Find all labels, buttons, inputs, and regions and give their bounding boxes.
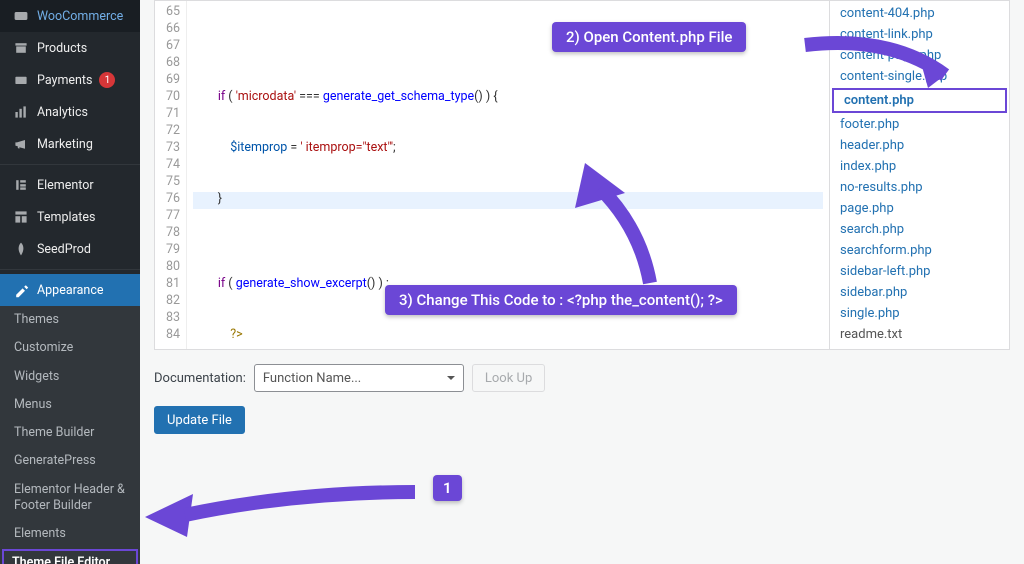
sidebar-item-marketing[interactable]: Marketing	[0, 128, 140, 160]
sub-elementor-hf[interactable]: Elementor Header & Footer Builder	[0, 476, 140, 521]
file-content-404-php[interactable]: content-404.php	[830, 3, 1009, 24]
appearance-icon	[12, 281, 30, 299]
templates-icon	[12, 208, 30, 226]
sub-theme-file-editor[interactable]: Theme File Editor	[2, 549, 138, 564]
archive-icon	[12, 39, 30, 57]
file-single-php[interactable]: single.php	[830, 303, 1009, 324]
sub-theme-builder[interactable]: Theme Builder	[0, 419, 140, 447]
sub-widgets[interactable]: Widgets	[0, 363, 140, 391]
payments-icon	[12, 71, 30, 89]
function-name-select[interactable]: Function Name...	[254, 364, 464, 392]
woocommerce-icon	[12, 7, 30, 25]
callout-step3: 3) Change This Code to : <?php the_conte…	[385, 285, 737, 315]
callout-step2: 2) Open Content.php File	[552, 22, 746, 52]
megaphone-icon	[12, 135, 30, 153]
callout-step1: 1	[433, 475, 462, 501]
payments-badge: 1	[99, 72, 115, 88]
arrow-to-file	[800, 30, 970, 100]
sidebar-item-products[interactable]: Products	[0, 32, 140, 64]
sub-generatepress[interactable]: GeneratePress	[0, 447, 140, 475]
sidebar-item-payments[interactable]: Payments1	[0, 64, 140, 96]
sub-customize[interactable]: Customize	[0, 334, 140, 362]
sidebar-item-woocommerce[interactable]: WooCommerce	[0, 0, 140, 32]
elementor-icon	[12, 176, 30, 194]
admin-sidebar: WooCommerce Products Payments1 Analytics…	[0, 0, 140, 564]
sidebar-item-analytics[interactable]: Analytics	[0, 96, 140, 128]
file-no-results-php[interactable]: no-results.php	[830, 177, 1009, 198]
documentation-label: Documentation:	[154, 371, 246, 386]
file-index-php[interactable]: index.php	[830, 156, 1009, 177]
sub-themes[interactable]: Themes	[0, 306, 140, 334]
file-sidebar-php[interactable]: sidebar.php	[830, 282, 1009, 303]
sidebar-item-appearance[interactable]: Appearance	[0, 274, 140, 306]
file-footer-php[interactable]: footer.php	[830, 114, 1009, 135]
file-page-php[interactable]: page.php	[830, 198, 1009, 219]
file-search-php[interactable]: search.php	[830, 219, 1009, 240]
analytics-icon	[12, 103, 30, 121]
lookup-button[interactable]: Look Up	[472, 364, 545, 392]
documentation-row: Documentation: Function Name... Look Up	[154, 364, 1010, 392]
seedprod-icon	[12, 240, 30, 258]
file-sidebar-left-php[interactable]: sidebar-left.php	[830, 261, 1009, 282]
sub-elements[interactable]: Elements	[0, 520, 140, 548]
sidebar-item-templates[interactable]: Templates	[0, 201, 140, 233]
sidebar-item-seedprod[interactable]: SeedProd	[0, 233, 140, 265]
arrow-to-editor-link	[145, 482, 425, 542]
sub-menus[interactable]: Menus	[0, 391, 140, 419]
line-gutter: 65 66 67 68 69 70 71 72 73 74 75 76 77 7…	[155, 1, 187, 349]
appearance-submenu: Themes Customize Widgets Menus Theme Bui…	[0, 306, 140, 564]
sidebar-item-elementor[interactable]: Elementor	[0, 169, 140, 201]
file-header-php[interactable]: header.php	[830, 135, 1009, 156]
main-content: 65 66 67 68 69 70 71 72 73 74 75 76 77 7…	[140, 0, 1024, 564]
arrow-to-code	[570, 158, 680, 288]
file-searchform-php[interactable]: searchform.php	[830, 240, 1009, 261]
file-readme-txt[interactable]: readme.txt	[830, 324, 1009, 345]
update-file-button[interactable]: Update File	[154, 406, 245, 434]
